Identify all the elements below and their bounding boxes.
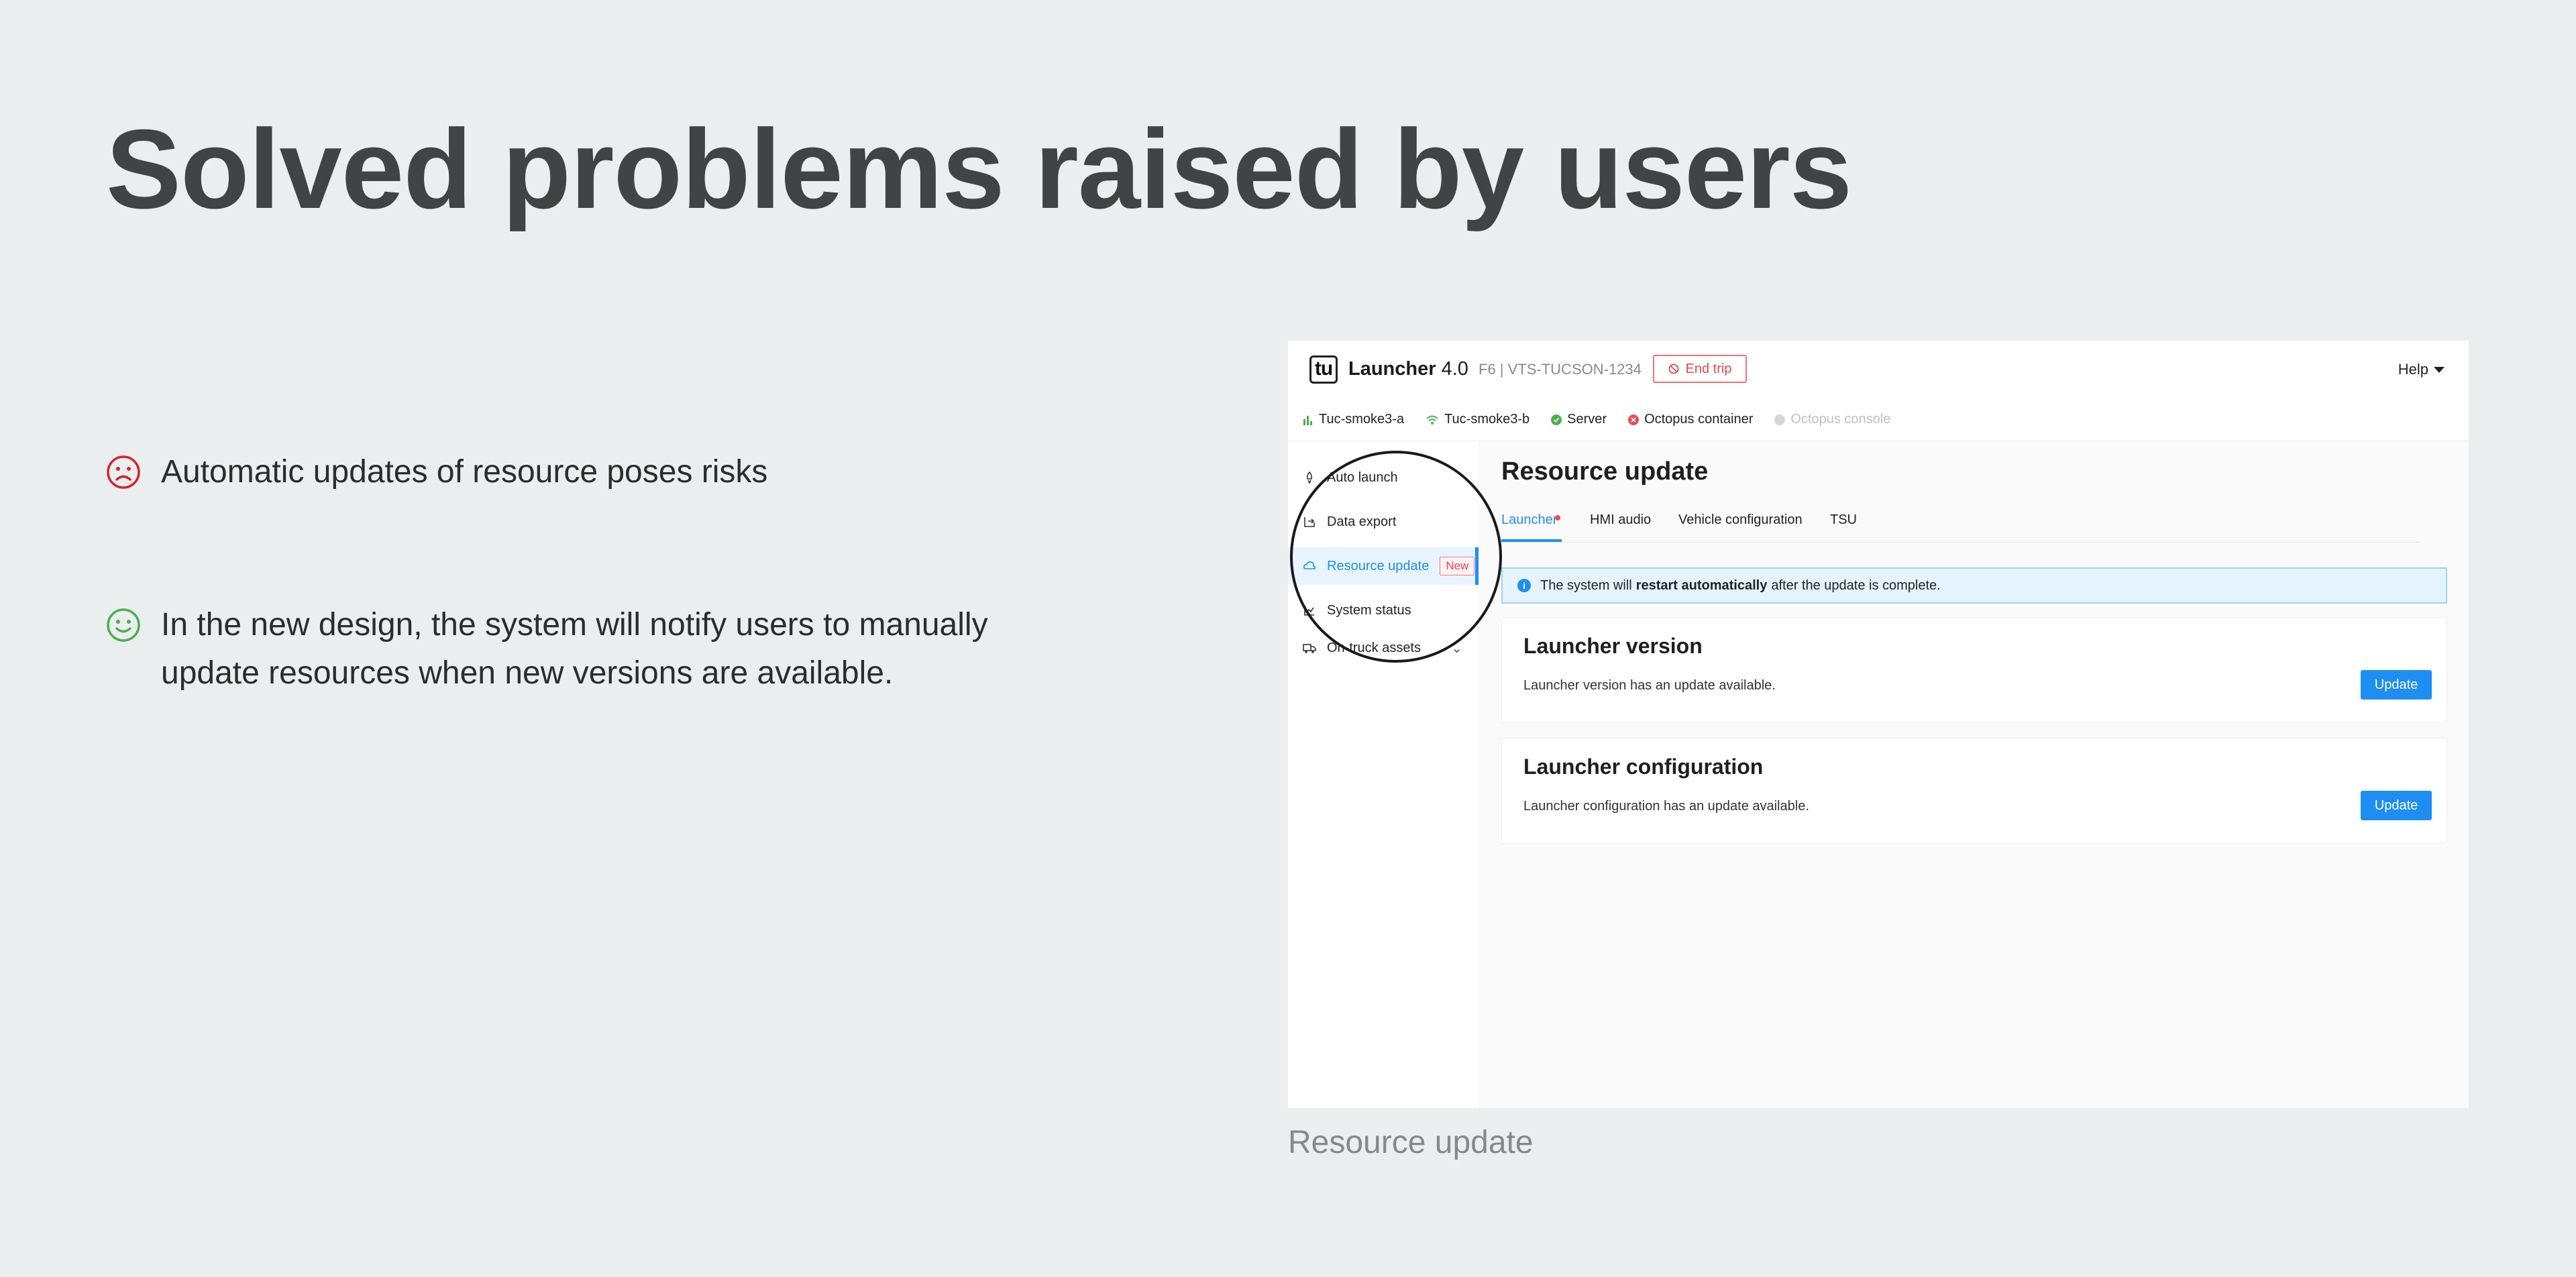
ban-icon	[1668, 364, 1678, 374]
vehicle-id: F6 | VTS-TUCSON-1234	[1479, 361, 1642, 378]
tab-label: HMI audio	[1590, 512, 1652, 527]
status-label: Octopus container	[1644, 412, 1754, 427]
rocket-icon	[1307, 471, 1312, 484]
caret-down-icon	[2434, 366, 2445, 373]
card-title: Launcher configuration	[1523, 755, 1764, 779]
sidebar-item-data-export[interactable]: Data export	[1288, 503, 1479, 541]
screenshot-caption: Resource update	[1288, 1125, 1534, 1160]
tab-bar: Launcher HMI audio Vehicle configuration…	[1501, 507, 2420, 543]
sidebar-item-label: System status	[1327, 602, 1411, 618]
sidebar: Auto launch Data export Resource update …	[1288, 441, 1479, 1108]
update-button[interactable]: Update	[2361, 791, 2432, 820]
sidebar-item-label: Auto launch	[1327, 469, 1398, 485]
sad-face-icon	[107, 455, 140, 489]
tab-label: TSU	[1830, 512, 1857, 527]
card-title: Launcher version	[1523, 634, 1703, 658]
help-menu[interactable]: Help	[2398, 361, 2445, 378]
solution-text: In the new design, the system will notif…	[161, 607, 988, 691]
card-description: Launcher configuration has an update ava…	[1523, 799, 1809, 814]
smile-face-icon	[107, 608, 140, 642]
cloud-sync-icon	[1303, 561, 1316, 569]
status-item: Octopus console	[1774, 412, 1890, 427]
app-name-label: Launcher	[1348, 358, 1436, 380]
end-trip-label: End trip	[1685, 361, 1732, 376]
problem-text: Automatic updates of resource poses risk…	[161, 454, 768, 490]
slide-title: Solved problems raised by users	[106, 106, 1852, 232]
info-text-bold: restart automatically	[1635, 577, 1768, 593]
check-circle-icon	[1551, 414, 1562, 425]
sidebar-item-on-truck-assets[interactable]: On-truck assets ⌄	[1288, 629, 1479, 667]
problem-point: Automatic updates of resource poses risk…	[106, 448, 1060, 496]
info-icon: i	[1517, 579, 1531, 592]
sidebar-item-resource-update[interactable]: Resource update New	[1288, 547, 1479, 585]
tab-tsu[interactable]: TSU	[1830, 512, 1857, 528]
status-item: Server	[1551, 412, 1607, 427]
sidebar-item-label: Resource update	[1327, 558, 1430, 573]
status-label: Tuc-smoke3-a	[1319, 412, 1405, 427]
tab-launcher[interactable]: Launcher	[1501, 512, 1560, 528]
info-alert: i The system will restart automatically …	[1501, 567, 2447, 604]
card-description: Launcher version has an update available…	[1523, 678, 1776, 693]
error-circle-icon	[1628, 414, 1640, 425]
sidebar-item-label: Data export	[1327, 514, 1397, 529]
launcher-version-card: Launcher version Launcher version has an…	[1501, 617, 2447, 723]
status-item: Tuc-smoke3-b	[1426, 412, 1529, 427]
sidebar-item-label: On-truck assets	[1327, 640, 1421, 655]
sidebar-item-auto-launch[interactable]: Auto launch	[1288, 459, 1479, 496]
new-badge: New	[1440, 557, 1475, 575]
solution-point: In the new design, the system will notif…	[106, 601, 1060, 698]
end-trip-button[interactable]: End trip	[1653, 355, 1747, 383]
main-content: Resource update Launcher HMI audio Vehic…	[1479, 441, 2469, 1108]
status-item: Octopus container	[1628, 412, 1753, 427]
wifi-icon	[1426, 415, 1438, 425]
app-version: 4.0	[1441, 358, 1468, 380]
update-button[interactable]: Update	[2361, 670, 2432, 700]
launcher-configuration-card: Launcher configuration Launcher configur…	[1501, 738, 2447, 844]
notification-dot	[1555, 515, 1560, 520]
info-text-before: The system will	[1540, 577, 1632, 593]
status-item: Tuc-smoke3-a	[1303, 412, 1404, 427]
app-name: Launcher 4.0	[1348, 358, 1468, 380]
app-header: tu Launcher 4.0 F6 | VTS-TUCSON-1234 End…	[1288, 341, 2469, 399]
app-screenshot: tu Launcher 4.0 F6 | VTS-TUCSON-1234 End…	[1288, 341, 2469, 1108]
line-chart-icon	[1304, 606, 1314, 616]
active-tab-indicator	[1501, 539, 1562, 542]
chevron-down-icon[interactable]: ⌄	[1451, 640, 1462, 657]
disabled-dot-icon	[1774, 414, 1786, 425]
page-title: Resource update	[1501, 457, 1709, 486]
truck-icon	[1303, 644, 1316, 653]
connection-status-bar: Tuc-smoke3-a Tuc-smoke3-b Server Octopus…	[1288, 398, 2469, 441]
tab-hmi-audio[interactable]: HMI audio	[1590, 512, 1651, 528]
app-logo: tu	[1309, 355, 1338, 384]
tab-vehicle-configuration[interactable]: Vehicle configuration	[1678, 512, 1803, 528]
status-label: Server	[1567, 412, 1607, 427]
info-text-after: after the update is complete.	[1771, 577, 1941, 593]
tab-label: Launcher	[1501, 512, 1558, 527]
sidebar-item-system-status[interactable]: System status	[1288, 592, 1479, 629]
status-label: Tuc-smoke3-b	[1444, 412, 1530, 427]
help-label: Help	[2398, 361, 2428, 378]
status-label: Octopus console	[1790, 412, 1891, 427]
tab-label: Vehicle configuration	[1678, 512, 1803, 527]
signal-bars-icon	[1303, 415, 1312, 425]
export-icon	[1304, 517, 1315, 527]
